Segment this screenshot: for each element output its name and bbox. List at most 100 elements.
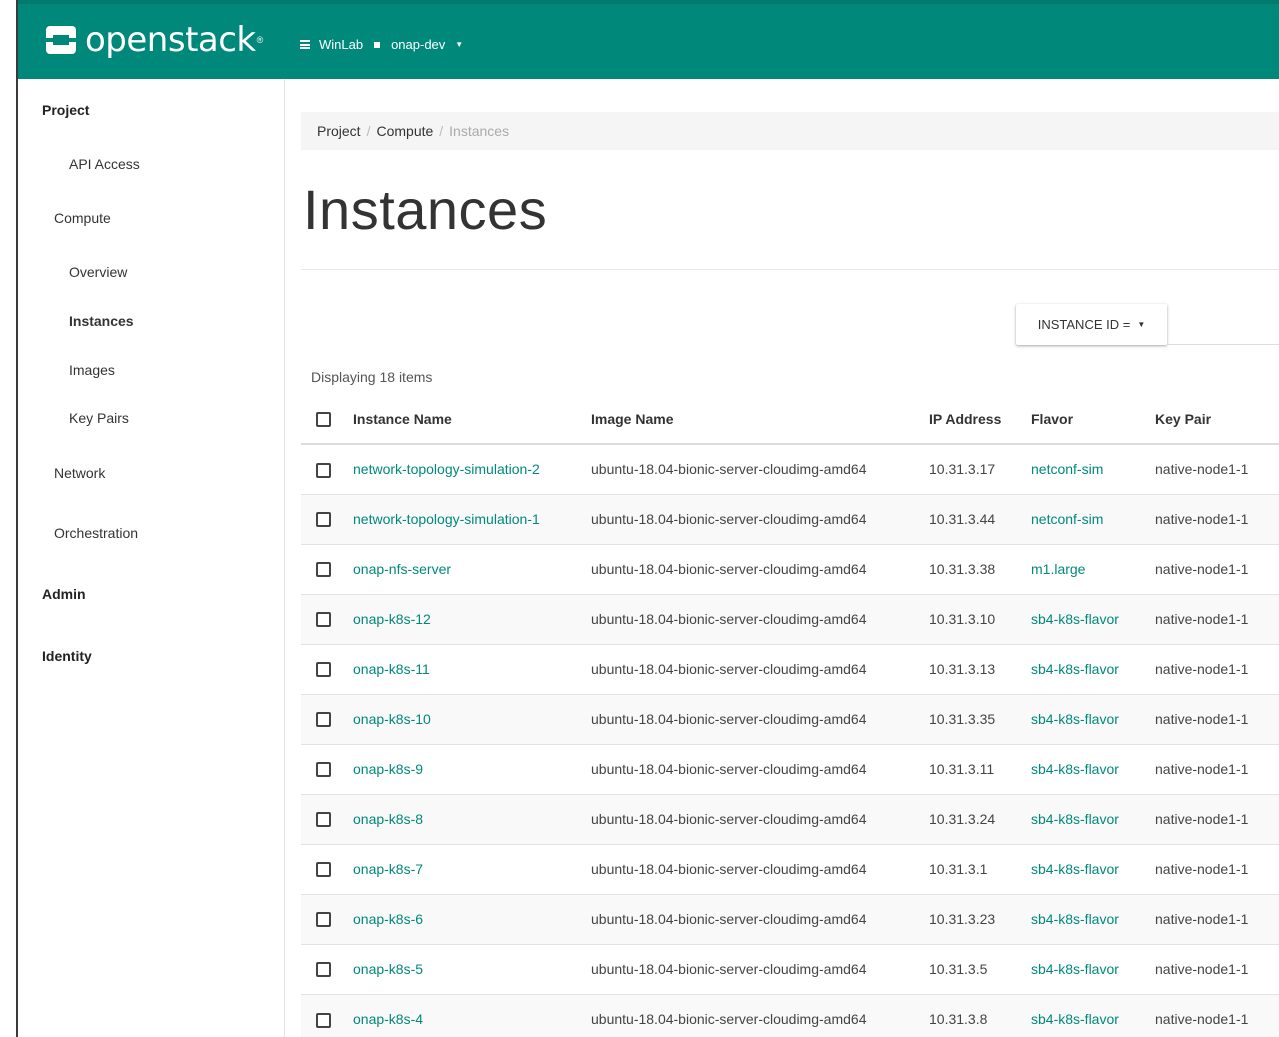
breadcrumb-compute[interactable]: Compute (376, 123, 433, 139)
table-row: onap-k8s-6 ubuntu-18.04-bionic-server-cl… (301, 893, 1279, 944)
header-flavor[interactable]: Flavor (1031, 395, 1155, 445)
row-checkbox[interactable] (316, 562, 331, 578)
select-all-checkbox[interactable] (316, 412, 331, 428)
row-checkbox[interactable] (316, 912, 331, 928)
row-select-cell (301, 443, 353, 494)
instance-name-link[interactable]: onap-k8s-8 (353, 811, 423, 827)
sidebar-item-instances[interactable]: Instances (69, 313, 134, 329)
row-select-cell (301, 593, 353, 644)
image-name-cell: ubuntu-18.04-bionic-server-cloudimg-amd6… (591, 643, 929, 694)
row-select-cell (301, 793, 353, 844)
ip-address-cell: 10.31.3.35 (929, 693, 1031, 744)
title-divider (301, 269, 1279, 270)
image-name-cell: ubuntu-18.04-bionic-server-cloudimg-amd6… (591, 593, 929, 644)
image-name-cell: ubuntu-18.04-bionic-server-cloudimg-amd6… (591, 993, 929, 1037)
ip-address-cell: 10.31.3.1 (929, 843, 1031, 894)
instances-table: Instance Name Image Name IP Address Flav… (301, 395, 1279, 1037)
filter-field-dropdown[interactable]: INSTANCE ID = ▼ (1016, 304, 1167, 345)
row-checkbox[interactable] (316, 512, 331, 528)
navbar-top-edge (18, 0, 1279, 4)
row-checkbox[interactable] (316, 862, 331, 878)
row-checkbox[interactable] (316, 612, 331, 628)
row-select-cell (301, 493, 353, 544)
key-pair-cell: native-node1-1 (1155, 893, 1279, 944)
row-checkbox[interactable] (316, 962, 331, 978)
flavor-link[interactable]: sb4-k8s-flavor (1031, 861, 1119, 877)
square-icon (374, 41, 381, 48)
flavor-link[interactable]: m1.large (1031, 561, 1085, 577)
row-checkbox[interactable] (316, 762, 331, 778)
row-checkbox[interactable] (316, 712, 331, 728)
sidebar-item-project[interactable]: Project (42, 102, 89, 118)
horizon-app: openstack ® WinLab onap-dev ▼ Project API… (18, 0, 1279, 1037)
flavor-link[interactable]: sb4-k8s-flavor (1031, 811, 1119, 827)
header-instance-name[interactable]: Instance Name (353, 395, 591, 445)
openstack-logo[interactable]: openstack ® (46, 20, 263, 60)
header-ip-address[interactable]: IP Address (929, 395, 1031, 445)
header-key-pair[interactable]: Key Pair (1155, 395, 1279, 445)
sidebar-item-admin[interactable]: Admin (42, 586, 86, 602)
row-checkbox[interactable] (316, 1012, 331, 1028)
image-name-cell: ubuntu-18.04-bionic-server-cloudimg-amd6… (591, 943, 929, 994)
instance-name-link[interactable]: network-topology-simulation-1 (353, 511, 540, 527)
flavor-link[interactable]: netconf-sim (1031, 511, 1103, 527)
sidebar: Project API Access Compute Overview Inst… (18, 79, 285, 1037)
instance-name-link[interactable]: network-topology-simulation-2 (353, 461, 540, 477)
flavor-link[interactable]: sb4-k8s-flavor (1031, 911, 1119, 927)
key-pair-cell: native-node1-1 (1155, 743, 1279, 794)
table-body: network-topology-simulation-2 ubuntu-18.… (301, 443, 1279, 1037)
sidebar-item-network[interactable]: Network (54, 465, 105, 481)
row-select-cell (301, 993, 353, 1037)
item-count: Displaying 18 items (311, 369, 433, 385)
project-name: onap-dev (391, 37, 446, 52)
domain-name: WinLab (319, 37, 364, 52)
flavor-link[interactable]: sb4-k8s-flavor (1031, 661, 1119, 677)
sidebar-item-compute[interactable]: Compute (54, 210, 111, 226)
flavor-link[interactable]: sb4-k8s-flavor (1031, 1011, 1119, 1027)
flavor-link[interactable]: sb4-k8s-flavor (1031, 961, 1119, 977)
instance-name-link[interactable]: onap-k8s-4 (353, 1011, 423, 1027)
row-select-cell (301, 843, 353, 894)
header-image-name[interactable]: Image Name (591, 395, 929, 445)
table-header-row: Instance Name Image Name IP Address Flav… (301, 395, 1279, 445)
ip-address-cell: 10.31.3.17 (929, 443, 1031, 494)
filter-field-wrap: INSTANCE ID = ▼ (1016, 304, 1167, 345)
instance-name-link[interactable]: onap-k8s-10 (353, 711, 431, 727)
flavor-link[interactable]: netconf-sim (1031, 461, 1103, 477)
sidebar-item-identity[interactable]: Identity (42, 648, 92, 664)
row-checkbox[interactable] (316, 462, 331, 478)
instance-name-link[interactable]: onap-k8s-6 (353, 911, 423, 927)
row-select-cell (301, 643, 353, 694)
filter-field-label: INSTANCE ID = (1037, 317, 1131, 332)
flavor-link[interactable]: sb4-k8s-flavor (1031, 761, 1119, 777)
table-row: onap-k8s-7 ubuntu-18.04-bionic-server-cl… (301, 843, 1279, 894)
instance-name-link[interactable]: onap-k8s-11 (353, 661, 430, 677)
flavor-link[interactable]: sb4-k8s-flavor (1031, 711, 1119, 727)
breadcrumb-project[interactable]: Project (317, 123, 361, 139)
instance-name-link[interactable]: onap-k8s-9 (353, 761, 423, 777)
sidebar-item-images[interactable]: Images (69, 362, 115, 378)
flavor-link[interactable]: sb4-k8s-flavor (1031, 611, 1119, 627)
table-row: onap-k8s-11 ubuntu-18.04-bionic-server-c… (301, 643, 1279, 694)
brand-name: openstack (85, 20, 256, 60)
image-name-cell: ubuntu-18.04-bionic-server-cloudimg-amd6… (591, 493, 929, 544)
top-navbar: openstack ® WinLab onap-dev ▼ (18, 0, 1279, 79)
filter-input-underline[interactable] (1167, 344, 1279, 345)
instance-name-link[interactable]: onap-k8s-7 (353, 861, 423, 877)
table-row: onap-k8s-9 ubuntu-18.04-bionic-server-cl… (301, 743, 1279, 794)
image-name-cell: ubuntu-18.04-bionic-server-cloudimg-amd6… (591, 843, 929, 894)
sidebar-item-api-access[interactable]: API Access (69, 156, 140, 172)
row-checkbox[interactable] (316, 662, 331, 678)
project-context-dropdown[interactable]: WinLab onap-dev ▼ (300, 37, 463, 52)
instance-name-link[interactable]: onap-k8s-5 (353, 961, 423, 977)
instance-name-link[interactable]: onap-k8s-12 (353, 611, 431, 627)
row-select-cell (301, 943, 353, 994)
row-select-cell (301, 543, 353, 594)
sidebar-item-key-pairs[interactable]: Key Pairs (69, 410, 129, 426)
key-pair-cell: native-node1-1 (1155, 643, 1279, 694)
instance-name-link[interactable]: onap-nfs-server (353, 561, 451, 577)
sidebar-item-orchestration[interactable]: Orchestration (54, 525, 138, 541)
row-checkbox[interactable] (316, 812, 331, 828)
sidebar-item-overview[interactable]: Overview (69, 264, 127, 280)
image-name-cell: ubuntu-18.04-bionic-server-cloudimg-amd6… (591, 693, 929, 744)
